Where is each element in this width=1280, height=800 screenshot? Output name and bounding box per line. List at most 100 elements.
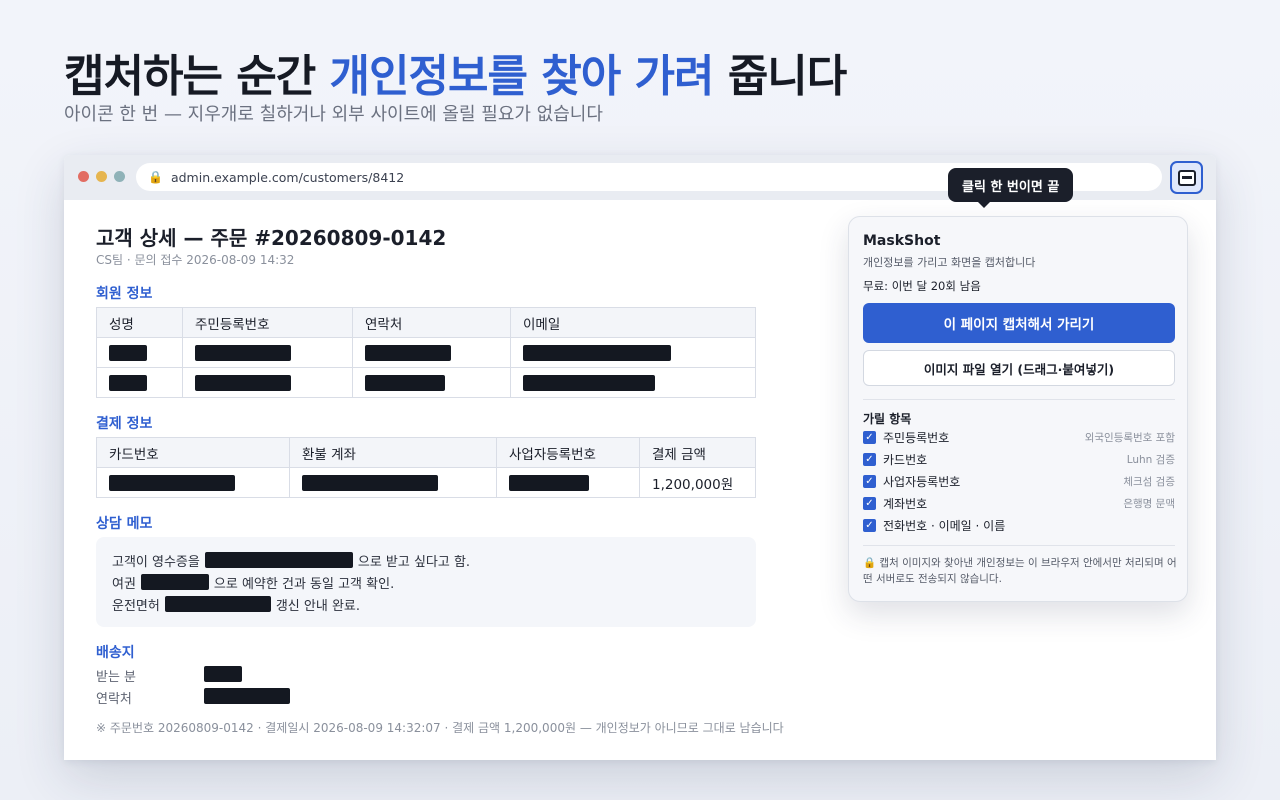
option-note: 외국인등록번호 포함 xyxy=(1084,431,1175,444)
option-note: 체크섬 검증 xyxy=(1123,475,1175,488)
divider xyxy=(863,545,1175,546)
column-header: 환불 계좌 xyxy=(289,437,497,468)
table-header-row: 카드번호 환불 계좌 사업자등록번호 결제 금액 xyxy=(96,437,756,468)
privacy-note-text: 캡처 이미지와 찾아낸 개인정보는 이 브라우저 안에서만 처리되며 어떤 서버… xyxy=(863,557,1177,585)
table-cell xyxy=(96,337,183,368)
redaction-mask xyxy=(302,474,438,491)
checkbox-checked-icon[interactable]: ✓ xyxy=(863,474,876,488)
privacy-note: 🔒 캡처 이미지와 찾아낸 개인정보는 이 브라우저 안에서만 처리되며 어떤 … xyxy=(863,555,1177,587)
memo-text: 운전면허 xyxy=(112,598,160,614)
table-cell xyxy=(352,337,511,368)
table-cell xyxy=(510,367,756,398)
option-note: Luhn 검증 xyxy=(1126,453,1175,466)
hero-title-accent: 개인정보를 찾아 가려 xyxy=(329,51,715,102)
checkbox-checked-icon[interactable]: ✓ xyxy=(863,452,876,466)
payment-amount: 1,200,000원 xyxy=(639,467,756,498)
redaction-mask xyxy=(195,374,291,391)
redaction-mask xyxy=(204,666,242,682)
column-header: 사업자등록번호 xyxy=(496,437,640,468)
hero-title-part2: 줍니다 xyxy=(713,51,847,102)
memo-text: 여권 xyxy=(112,576,136,592)
lock-icon: 🔒 xyxy=(148,170,163,184)
table-cell xyxy=(510,337,756,368)
memo-text: 으로 받고 싶다고 함. xyxy=(357,554,471,570)
maximize-window-dot[interactable] xyxy=(114,171,125,182)
redaction-mask xyxy=(523,374,655,391)
memo-text: 고객이 영수증을 xyxy=(112,554,200,570)
redaction-mask xyxy=(140,574,209,590)
checkbox-checked-icon[interactable]: ✓ xyxy=(863,430,876,444)
minimize-window-dot[interactable] xyxy=(96,171,107,182)
extension-popup: MaskShot 개인정보를 가리고 화면을 캡처합니다 무료: 이번 달 20… xyxy=(848,216,1188,602)
member-section-heading: 회원 정보 xyxy=(96,286,153,302)
open-image-file-button[interactable]: 이미지 파일 열기 (드래그·붙여넣기) xyxy=(863,350,1175,386)
table-cell xyxy=(289,467,497,498)
redaction-mask xyxy=(195,344,291,361)
memo-text: 으로 예약한 건과 동일 고객 확인. xyxy=(213,576,395,592)
quota-text: 무료: 이번 달 20회 남음 xyxy=(863,279,981,293)
url-text: admin.example.com/customers/8412 xyxy=(170,169,405,185)
option-card-number[interactable]: ✓ 카드번호 Luhn 검증 xyxy=(863,450,1175,468)
option-label: 계좌번호 xyxy=(883,496,928,511)
table-row xyxy=(96,367,756,398)
divider xyxy=(863,399,1175,400)
popup-title: MaskShot xyxy=(863,233,941,249)
memo-line: 고객이 영수증을 으로 받고 싶다고 함. xyxy=(112,549,740,571)
redaction-mask xyxy=(365,374,445,391)
page-meta: CS팀 · 문의 접수 2026-08-09 14:32 xyxy=(96,253,295,267)
option-resident-number[interactable]: ✓ 주민등록번호 외국인등록번호 포함 xyxy=(863,428,1175,446)
option-label: 주민등록번호 xyxy=(883,430,950,445)
table-row xyxy=(96,337,756,368)
tooltip: 클릭 한 번이면 끝 xyxy=(948,168,1074,208)
lock-icon: 🔒 xyxy=(863,557,877,569)
column-header: 주민등록번호 xyxy=(182,307,353,338)
hero-title: 캡처하는 순간 개인정보를 찾아 가려 줍니다 xyxy=(64,40,847,104)
option-contact-info[interactable]: ✓ 전화번호 · 이메일 · 이름 xyxy=(863,516,1175,534)
column-header: 카드번호 xyxy=(96,437,290,468)
maskshot-extension-button[interactable] xyxy=(1170,161,1203,194)
table-cell xyxy=(182,337,353,368)
capture-and-redact-button[interactable]: 이 페이지 캡처해서 가리기 xyxy=(863,303,1175,343)
redaction-mask xyxy=(509,474,589,491)
shipping-recipient-label: 받는 분 xyxy=(96,670,137,685)
hero-title-part1: 캡처하는 순간 xyxy=(64,51,330,102)
memo-section-heading: 상담 메모 xyxy=(96,516,153,532)
column-header: 이메일 xyxy=(510,307,756,338)
table-row: 1,200,000원 xyxy=(96,467,756,498)
memo-line: 운전면허 갱신 안내 완료. xyxy=(112,593,740,615)
redaction-mask xyxy=(523,344,671,361)
column-header: 결제 금액 xyxy=(639,437,756,468)
shipping-phone-label: 연락처 xyxy=(96,692,132,707)
consultation-memo: 고객이 영수증을 으로 받고 싶다고 함. 여권 으로 예약한 건과 동일 고객… xyxy=(96,537,756,627)
shipping-recipient-row: 받는 분 xyxy=(96,666,242,685)
option-business-number[interactable]: ✓ 사업자등록번호 체크섬 검증 xyxy=(863,472,1175,490)
option-label: 사업자등록번호 xyxy=(883,474,961,489)
redaction-mask xyxy=(109,374,147,391)
checkbox-checked-icon[interactable]: ✓ xyxy=(863,518,876,532)
memo-line: 여권 으로 예약한 건과 동일 고객 확인. xyxy=(112,571,740,593)
option-note: 은행명 문맥 xyxy=(1123,497,1175,510)
member-table: 성명 주민등록번호 연락처 이메일 xyxy=(96,307,756,398)
table-cell xyxy=(496,467,640,498)
payment-table: 카드번호 환불 계좌 사업자등록번호 결제 금액 1,200,000원 xyxy=(96,437,756,498)
table-cell xyxy=(96,467,290,498)
footnote: ※ 주문번호 20260809-0142 · 결제일시 2026-08-09 1… xyxy=(96,721,784,735)
redaction-mask xyxy=(109,474,235,491)
table-cell xyxy=(182,367,353,398)
payment-section-heading: 결제 정보 xyxy=(96,416,153,432)
options-heading: 가릴 항목 xyxy=(863,412,912,426)
table-cell xyxy=(96,367,183,398)
redaction-mask xyxy=(109,344,147,361)
option-label: 전화번호 · 이메일 · 이름 xyxy=(883,518,1006,533)
close-window-dot[interactable] xyxy=(78,171,89,182)
memo-text: 갱신 안내 완료. xyxy=(275,598,361,614)
shipping-phone-row: 연락처 xyxy=(96,688,290,707)
checkbox-checked-icon[interactable]: ✓ xyxy=(863,496,876,510)
option-account-number[interactable]: ✓ 계좌번호 은행명 문맥 xyxy=(863,494,1175,512)
table-header-row: 성명 주민등록번호 연락처 이메일 xyxy=(96,307,756,338)
table-cell xyxy=(352,367,511,398)
redaction-mask xyxy=(204,688,290,704)
hero-subtitle: 아이콘 한 번 — 지우개로 칠하거나 외부 사이트에 올릴 필요가 없습니다 xyxy=(64,104,603,125)
column-header: 연락처 xyxy=(352,307,511,338)
column-header: 성명 xyxy=(96,307,183,338)
